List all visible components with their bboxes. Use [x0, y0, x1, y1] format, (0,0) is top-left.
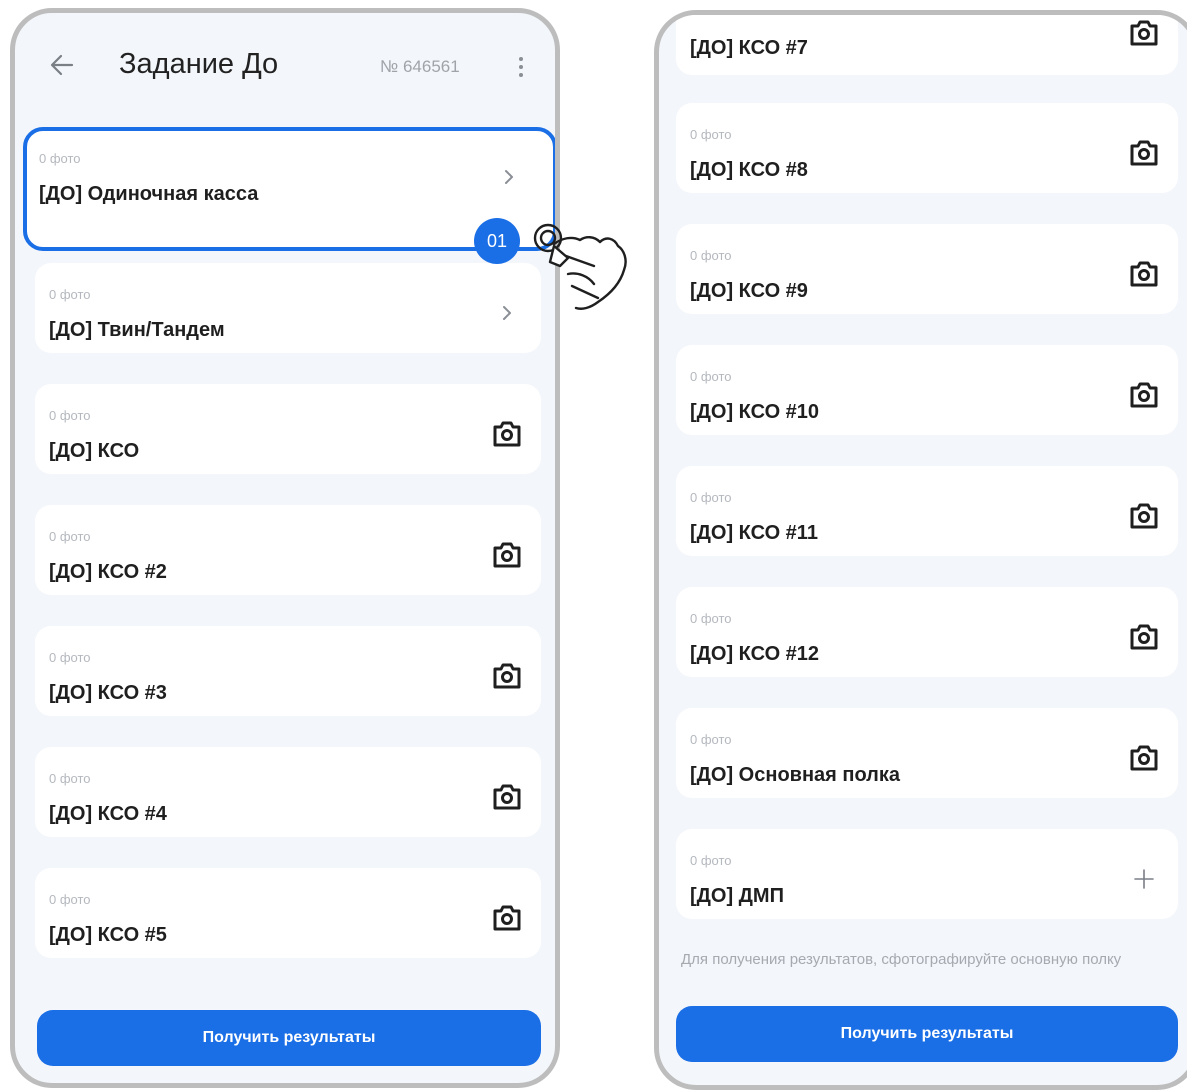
list-item[interactable]: 0 фото [ДО] КСО #10	[676, 345, 1178, 435]
item-title: [ДО] КСО #7	[690, 37, 808, 59]
item-title: [ДО] КСО #9	[690, 280, 808, 302]
step-badge: 01	[474, 218, 520, 264]
camera-icon[interactable]	[491, 661, 523, 691]
task-number: № 646561	[380, 57, 460, 76]
arrow-left-icon[interactable]	[48, 51, 76, 79]
camera-icon[interactable]	[1128, 622, 1160, 652]
list-item[interactable]: 0 фото [ДО] КСО #8	[676, 103, 1178, 193]
photo-count: 0 фото	[690, 611, 732, 626]
photo-count: 0 фото	[690, 369, 732, 384]
item-title: [ДО] Основная полка	[690, 764, 901, 786]
photo-count: 0 фото	[49, 408, 91, 423]
get-results-button[interactable]: Получить результаты	[676, 1006, 1178, 1062]
camera-icon[interactable]	[491, 419, 523, 449]
camera-icon[interactable]	[1128, 380, 1160, 410]
camera-icon[interactable]	[1128, 259, 1160, 289]
list-item[interactable]: 0 фото [ДО] КСО	[35, 384, 541, 474]
list-item[interactable]: 0 фото [ДО] ДМП	[676, 829, 1178, 919]
phone-screen-left: Задание До № 646561 0 фото [ДО] Одиночна…	[10, 8, 560, 1088]
list-item[interactable]: 0 фото [ДО] КСО #3	[35, 626, 541, 716]
camera-icon[interactable]	[1128, 501, 1160, 531]
photo-count: 0 фото	[49, 892, 91, 907]
list-item[interactable]: 0 фото [ДО] КСО #5	[35, 868, 541, 958]
photo-count: 0 фото	[690, 732, 732, 747]
item-title: [ДО] Одиночная касса	[39, 183, 259, 205]
photo-count: 0 фото	[690, 490, 732, 505]
photo-count: 0 фото	[49, 771, 91, 786]
item-title: [ДО] КСО	[49, 440, 140, 462]
photo-count: 0 фото	[690, 248, 732, 263]
list-item[interactable]: 0 фото [ДО] КСО #2	[35, 505, 541, 595]
list-item[interactable]: 0 фото [ДО] Твин/Тандем	[35, 263, 541, 353]
photo-count: 0 фото	[49, 287, 91, 302]
list-item[interactable]: 0 фото [ДО] КСО #11	[676, 466, 1178, 556]
item-title: [ДО] КСО #10	[690, 401, 820, 423]
camera-icon[interactable]	[491, 903, 523, 933]
photo-count: 0 фото	[690, 853, 732, 868]
item-title: [ДО] КСО #2	[49, 561, 167, 583]
item-title: [ДО] КСО #12	[690, 643, 820, 665]
item-title: [ДО] КСО #3	[49, 682, 167, 704]
camera-icon[interactable]	[491, 782, 523, 812]
item-title: [ДО] КСО #11	[690, 522, 818, 544]
item-title: [ДО] Твин/Тандем	[49, 319, 225, 341]
tap-hand-icon	[533, 223, 627, 310]
photo-count: 0 фото	[39, 151, 81, 166]
list-item[interactable]: [ДО] КСО #7	[676, 15, 1178, 75]
more-vertical-icon[interactable]	[514, 53, 528, 81]
get-results-button[interactable]: Получить результаты	[37, 1010, 541, 1066]
app-header: Задание До № 646561	[15, 13, 555, 123]
page-title: Задание До	[119, 48, 279, 80]
camera-icon[interactable]	[1128, 138, 1160, 168]
chevron-right-icon	[503, 306, 511, 320]
plus-icon[interactable]	[1132, 867, 1156, 891]
item-title: [ДО] КСО #4	[49, 803, 167, 825]
camera-icon[interactable]	[1128, 743, 1160, 773]
chevron-right-icon	[505, 170, 513, 184]
camera-icon[interactable]	[1128, 18, 1160, 48]
photo-count: 0 фото	[49, 650, 91, 665]
photo-count: 0 фото	[690, 127, 732, 142]
camera-icon[interactable]	[491, 540, 523, 570]
list-item[interactable]: 0 фото [ДО] КСО #9	[676, 224, 1178, 314]
list-item[interactable]: 0 фото [ДО] КСО #4	[35, 747, 541, 837]
phone-screen-right: [ДО] КСО #7 0 фото [ДО] КСО #8 0 фото [Д…	[654, 10, 1187, 1090]
item-title: [ДО] КСО #5	[49, 924, 167, 946]
photo-count: 0 фото	[49, 529, 91, 544]
hint-text: Для получения результатов, сфотографируй…	[681, 951, 1122, 968]
item-title: [ДО] ДМП	[690, 885, 784, 907]
list-item[interactable]: 0 фото [ДО] КСО #12	[676, 587, 1178, 677]
list-item[interactable]: 0 фото [ДО] Основная полка	[676, 708, 1178, 798]
item-title: [ДО] КСО #8	[690, 159, 808, 181]
